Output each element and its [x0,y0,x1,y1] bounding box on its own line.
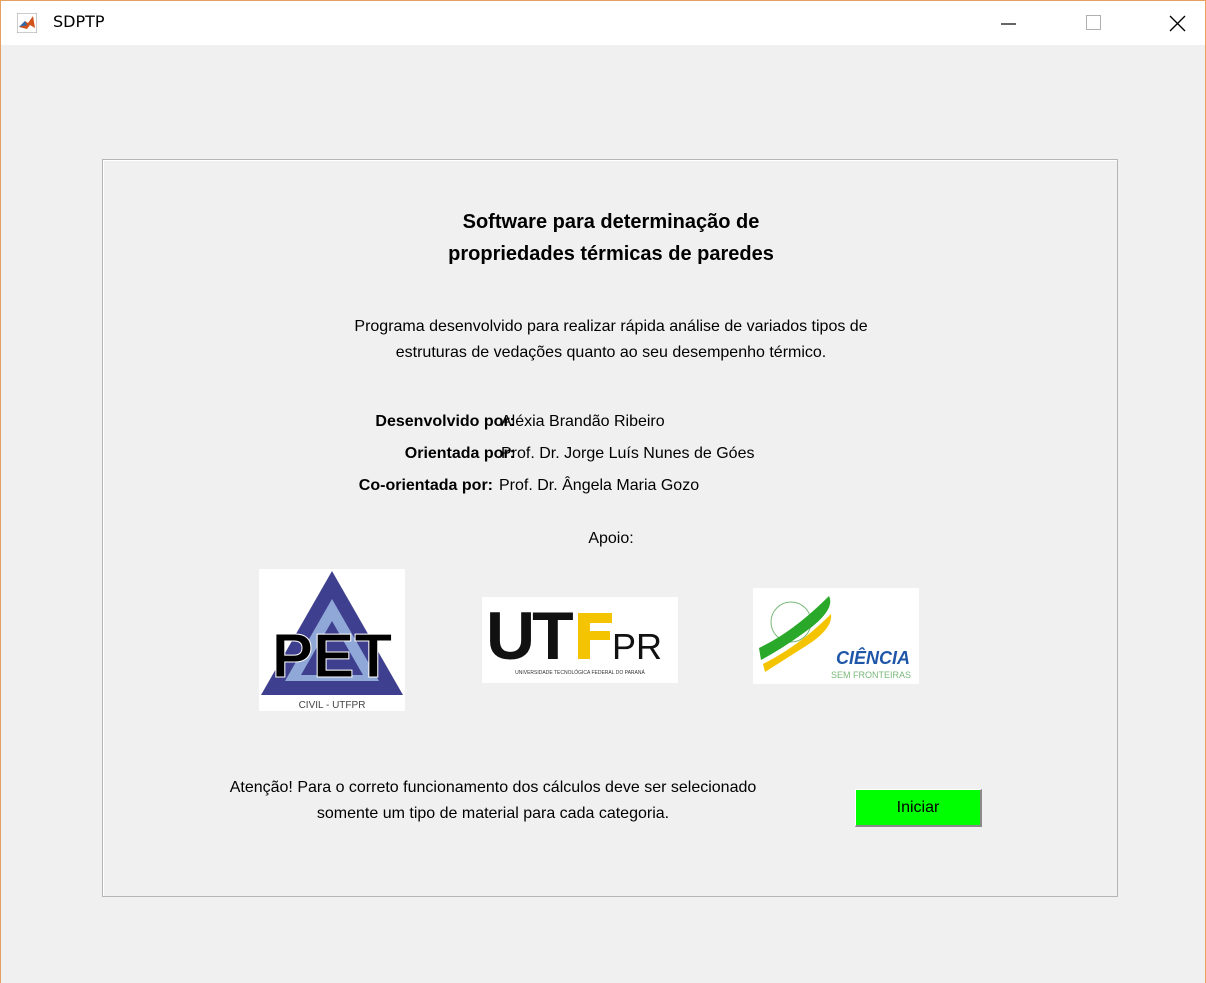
co-advisor-label: Co-orientada por: [358,477,493,494]
heading-line-2: propriedades térmicas de paredes [448,243,774,265]
ciencia-logo-text: CIÊNCIA [836,647,910,668]
utfpr-logo-pr: PR [612,626,662,667]
utfpr-logo-subtext: UNIVERSIDADE TECNOLÓGICA FEDERAL DO PARA… [515,669,645,676]
app-window: SDPTP Software para determinação de prop… [0,0,1206,983]
minimize-button[interactable] [983,1,1029,45]
advisor-value: Prof. Dr. Jorge Luís Nunes de Góes [501,445,755,462]
start-button[interactable]: Iniciar [855,789,982,827]
pet-logo-subtext: CIVIL - UTFPR [299,700,366,711]
heading-line-1: Software para determinação de [462,211,760,233]
developed-by-label: Desenvolvido por: [375,413,515,430]
description-line-1: Programa desenvolvido para realizar rápi… [354,318,868,335]
co-advisor-value: Prof. Dr. Ângela Maria Gozo [499,477,700,494]
main-panel: Software para determinação de propriedad… [102,159,1118,897]
maximize-icon [1086,15,1101,30]
window-title: SDPTP [53,12,105,31]
warning-line-2: somente um tipo de material para cada ca… [316,805,670,822]
developed-by-value: Aléxia Brandão Ribeiro [501,413,665,430]
pet-logo: PET CIVIL - UTFPR [259,569,405,711]
ciencia-logo-subtext: SEM FRONTEIRAS [831,670,911,680]
minimize-icon [1001,23,1016,25]
warning-line-1: Atenção! Para o correto funcionamento do… [229,779,757,796]
title-bar: SDPTP [1,1,1205,45]
matlab-icon [17,13,37,33]
pet-logo-text: PET [272,622,393,691]
maximize-button[interactable] [1069,1,1115,45]
utfpr-logo-ut: UT [486,598,573,674]
advisor-label: Orientada por: [404,445,515,462]
close-icon [1169,15,1186,32]
ciencia-sem-fronteiras-logo: CIÊNCIA SEM FRONTEIRAS [753,588,919,684]
utfpr-logo: UT PR UNIVERSIDADE TECNOLÓGICA FEDERAL D… [482,597,678,683]
support-label: Apoio: [588,530,634,547]
close-button[interactable] [1155,1,1201,45]
description-line-2: estruturas de vedações quanto ao seu des… [395,344,827,361]
